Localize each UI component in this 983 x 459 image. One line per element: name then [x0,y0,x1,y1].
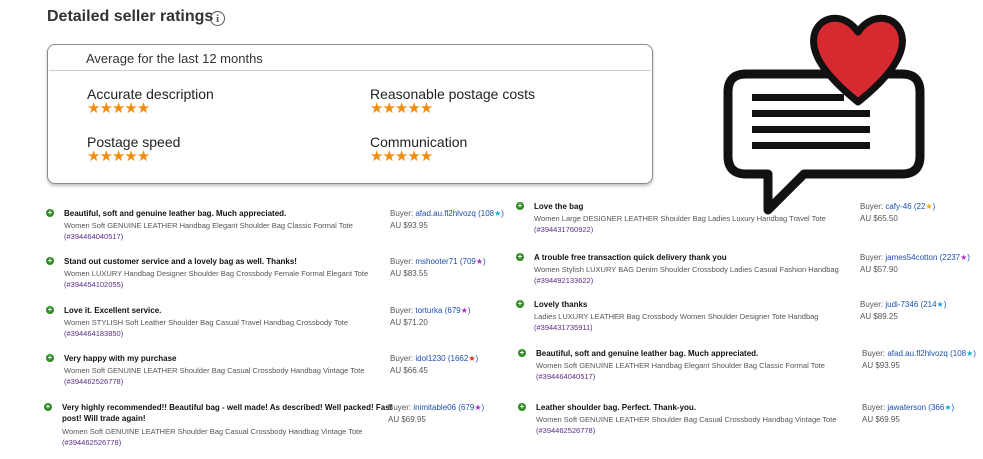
positive-icon: + [516,299,524,308]
bubble-line-2 [752,110,870,117]
feedback-item[interactable]: Women Soft GENUINE LEATHER Shoulder Bag … [536,414,856,436]
buyer-name: james54cotton [885,253,938,262]
feedback-price: AU $89.25 [860,312,898,321]
feedback-buyer[interactable]: Buyer: inimitable06 (679★) [388,402,484,413]
feedback-comment: Leather shoulder bag. Perfect. Thank-you… [536,403,697,412]
purple-star-icon: ★ [474,403,482,412]
bubble-line-1 [752,94,844,101]
item-number: (#394454102055) [64,280,124,289]
feedback-comment: Stand out customer service and a lovely … [64,257,297,266]
feedback-item[interactable]: Women Soft GENUINE LEATHER Handbag Elega… [64,220,384,242]
positive-icon: + [44,402,52,411]
feedback-buyer[interactable]: Buyer: torturka (679★) [390,305,471,316]
feedback-comment: Very highly recommended!! Beautiful bag … [62,403,393,423]
buyer-name: torturka [415,306,443,315]
feedback-price: AU $66.45 [390,366,428,375]
feedback-price: AU $69.95 [862,415,900,424]
item-number: (#394464040517) [536,372,596,381]
feedback-comment: Very happy with my purchase [64,354,177,363]
ratings-header: Average for the last 12 months [86,51,263,66]
feedback-comment: Love it. Excellent service. [64,306,162,315]
positive-icon: + [46,208,54,217]
feedback-buyer[interactable]: Buyer: afad.au.fl2hlvozq (108★) [862,348,976,359]
feedback-item[interactable]: Women LUXURY Handbag Designer Shoulder B… [64,268,384,290]
feedback-item[interactable]: Women Soft GENUINE LEATHER Shoulder Bag … [62,426,382,448]
bubble-line-4 [752,142,870,149]
positive-icon: + [516,201,524,210]
feedback-price: AU $93.95 [390,221,428,230]
item-number: (#394431735911) [534,323,593,332]
positive-icon: + [46,353,54,362]
turquoise-star-icon: ★ [936,300,944,309]
feedback-comment: Lovely thanks [534,300,588,309]
metric-postage-speed-stars: ★★★★★ [87,148,150,165]
purple-star-icon: ★ [460,306,468,315]
page-title: Detailed seller ratings [47,8,214,25]
buyer-name: jawaterson [887,403,927,412]
feedback-item[interactable]: Women Soft GENUINE LEATHER Handbag Elega… [536,360,856,382]
item-number: (#394462526778) [64,377,124,386]
feedback-buyer[interactable]: Buyer: mshooter71 (709★) [390,256,486,267]
feedback-buyer[interactable]: Buyer: jawaterson (366★) [862,402,954,413]
feedback-buyer[interactable]: Buyer: judi-7346 (214★) [860,299,946,310]
feedback-price: AU $93.95 [862,361,900,370]
metric-accurate-description-stars: ★★★★★ [87,100,150,117]
buyer-name: afad.au.fl2hlvozq [887,349,948,358]
feedback-item[interactable]: Women STYLISH Soft Leather Shoulder Bag … [64,317,384,339]
buyer-name: mshooter71 [415,257,458,266]
feedback-price: AU $83.55 [390,269,428,278]
feedback-buyer[interactable]: Buyer: idol1230 (1662★) [390,353,478,364]
positive-icon: + [46,256,54,265]
metric-postage-costs-stars: ★★★★★ [370,100,433,117]
feedback-comment: Beautiful, soft and genuine leather bag.… [64,209,287,218]
feedback-price: AU $71.20 [390,318,428,327]
item-number: (#394492133622) [534,276,594,285]
item-number: (#394462526778) [62,438,122,447]
positive-icon: + [518,402,526,411]
feedback-item[interactable]: Ladies LUXURY LEATHER Bag Crossbody Wome… [534,311,854,333]
feedback-buyer[interactable]: Buyer: james54cotton (2237★) [860,252,970,263]
ratings-divider [49,70,651,71]
buyer-name: idol1230 [415,354,446,363]
item-number: (#394464040517) [64,232,124,241]
feedback-comment: Beautiful, soft and genuine leather bag.… [536,349,759,358]
feedback-item[interactable]: Women Soft GENUINE LEATHER Shoulder Bag … [64,365,384,387]
feedback-item[interactable]: Women Stylish LUXURY BAG Denim Shoulder … [534,264,854,286]
speech-bubble-heart-icon [723,14,925,215]
info-icon[interactable]: i [210,11,225,26]
positive-icon: + [46,305,54,314]
purple-star-icon: ★ [475,257,484,266]
bubble-line-3 [752,126,870,133]
feedback-comment: A trouble free transaction quick deliver… [534,253,727,262]
item-number: (#394462526778) [536,426,596,435]
positive-icon: + [518,348,526,357]
buyer-name: inimitable06 [413,403,457,412]
buyer-name: judi-7346 [885,300,919,309]
item-number: (#394464183850) [64,329,124,338]
positive-icon: + [516,252,524,261]
buyer-name: afad.au.fl2hlvozq [415,209,476,218]
feedback-buyer[interactable]: Buyer: afad.au.fl2hlvozq (108★) [390,208,504,219]
feedback-price: AU $69.95 [388,415,426,424]
feedback-price: AU $57.90 [860,265,898,274]
item-number: (#394431760922) [534,225,594,234]
metric-communication-stars: ★★★★★ [370,148,433,165]
